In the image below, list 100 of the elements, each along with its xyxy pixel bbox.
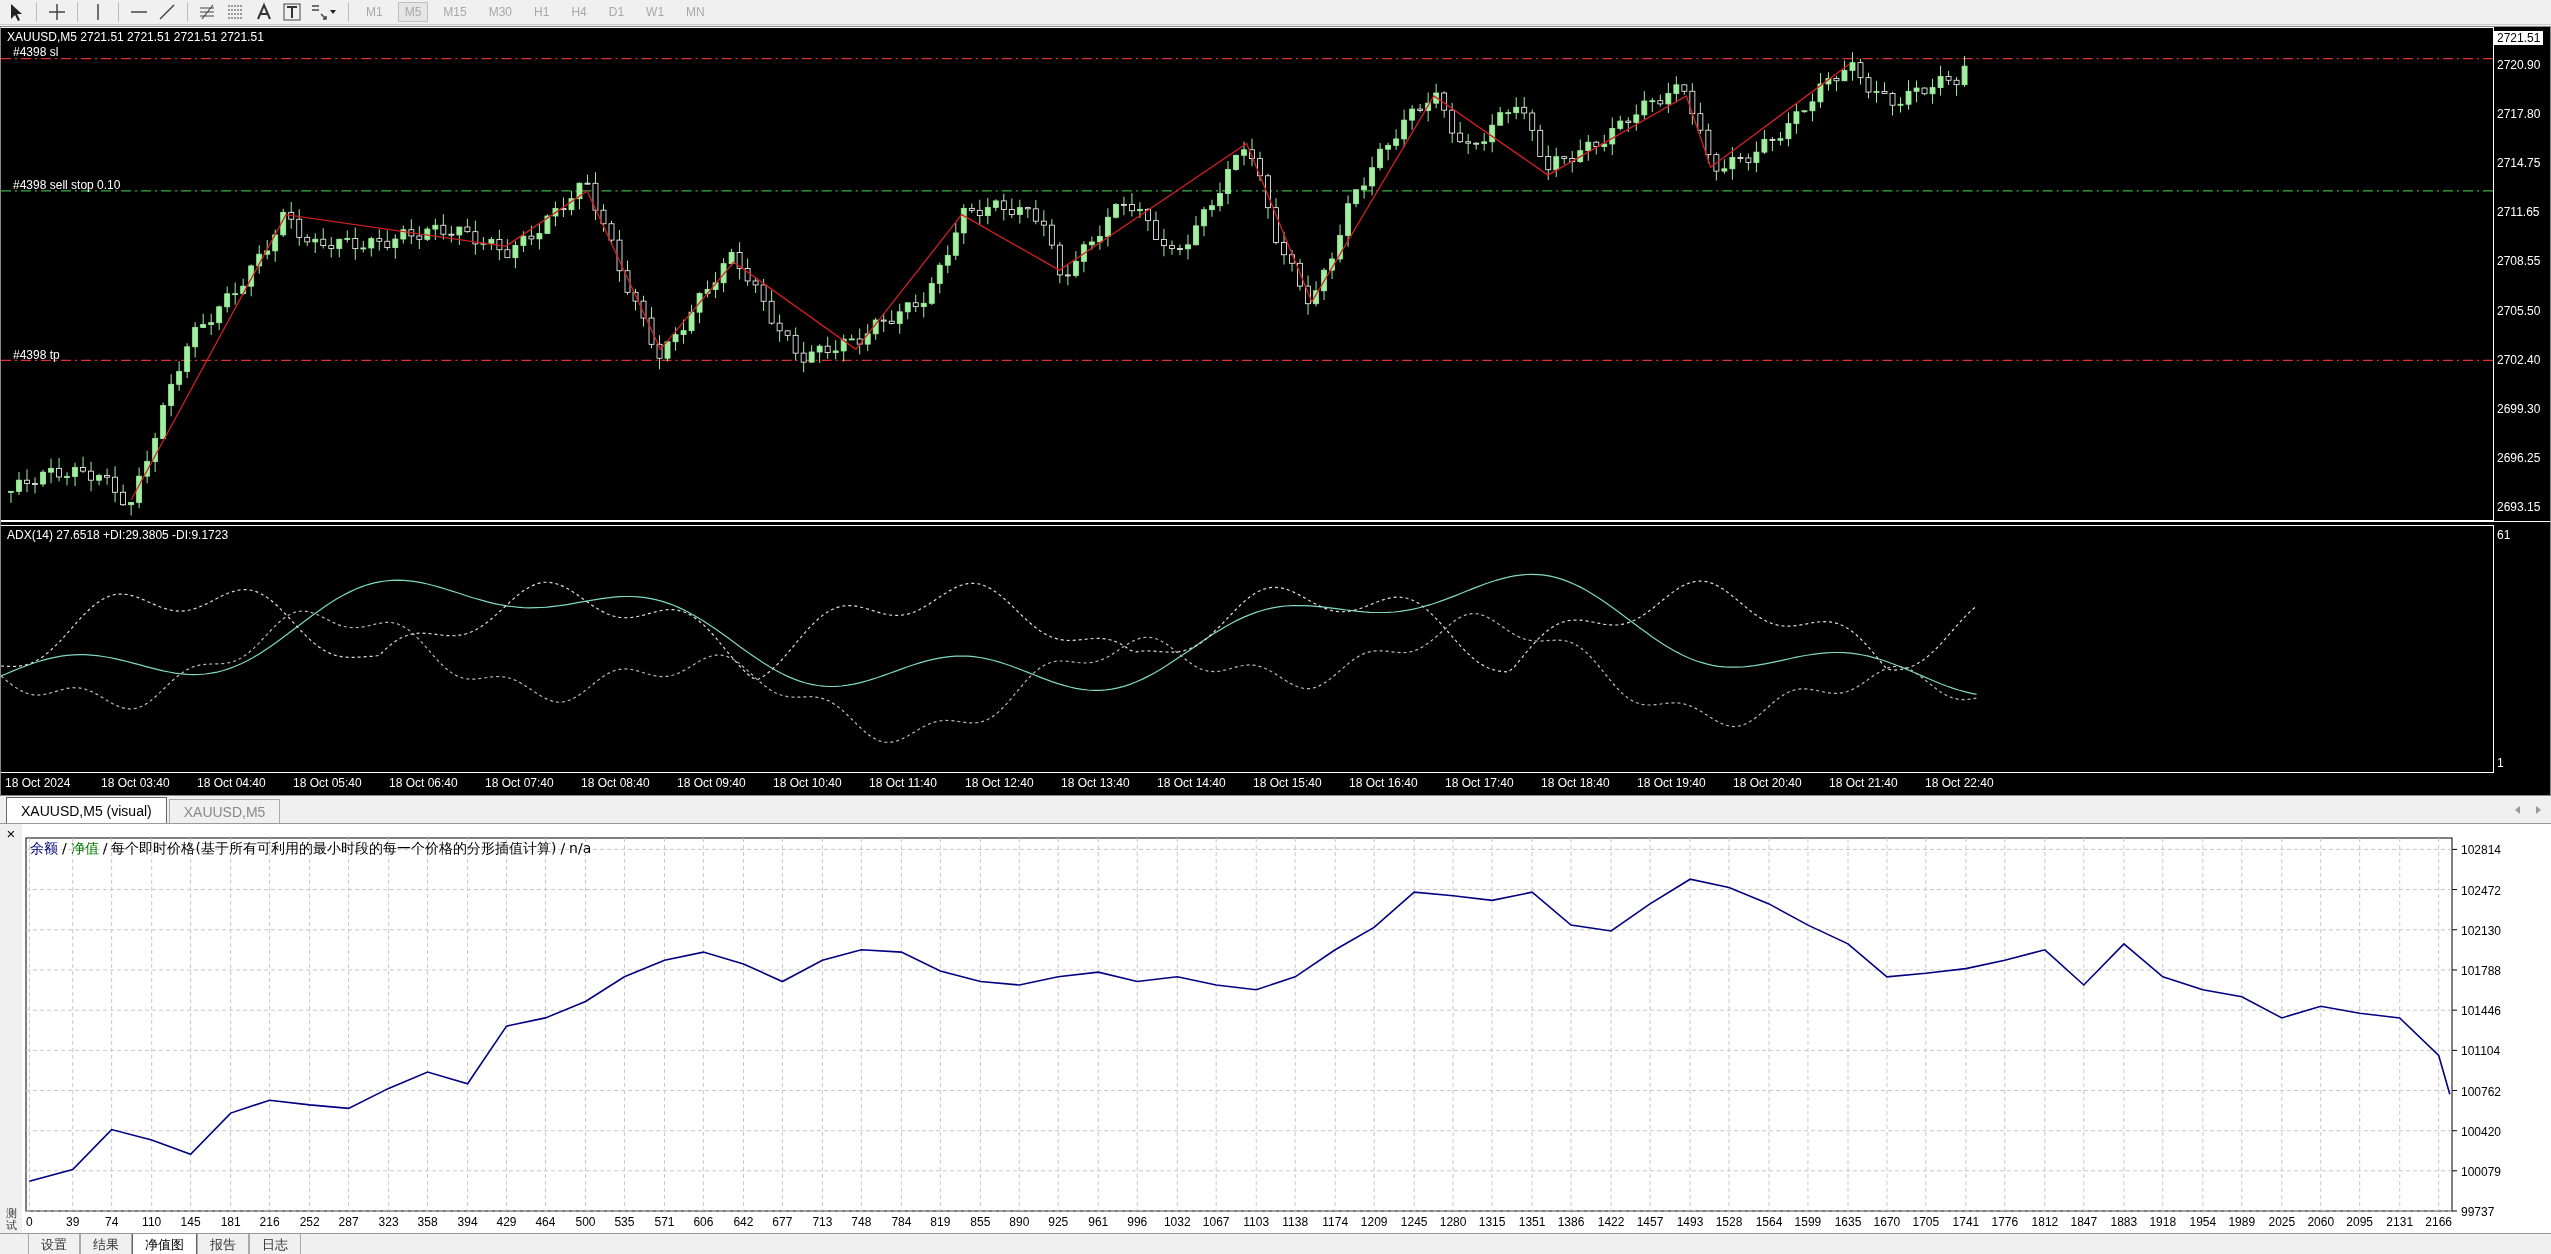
x-axis-label: 0: [26, 1215, 33, 1229]
axis-label: 1: [2496, 755, 2505, 771]
x-axis-label: 1209: [1360, 1215, 1388, 1229]
x-axis-label: 394: [457, 1215, 478, 1229]
x-axis-label: 677: [772, 1215, 793, 1229]
time-label: 18 Oct 20:40: [1733, 776, 1803, 790]
panel-tab[interactable]: 结果: [80, 1234, 132, 1254]
chart-tab[interactable]: XAUUSD,M5 (visual): [6, 797, 167, 823]
x-axis-label: 1528: [1715, 1215, 1743, 1229]
time-label: 18 Oct 12:40: [965, 776, 1035, 790]
chart-title: XAUUSD,M5 2721.51 2721.51 2721.51 2721.51: [7, 30, 264, 44]
legend-text: 净值: [70, 840, 99, 856]
order-label: #4398 sell stop 0.10: [13, 177, 121, 192]
x-axis-label: 748: [851, 1215, 872, 1229]
x-axis-label: 784: [891, 1215, 912, 1229]
legend-text: 余额: [30, 840, 58, 856]
x-axis-label: 855: [970, 1215, 991, 1229]
panel-label: 测试: [5, 1206, 17, 1231]
time-label: 18 Oct 22:40: [1925, 776, 1995, 790]
x-axis-label: 1635: [1834, 1215, 1862, 1229]
x-axis-label: 961: [1088, 1215, 1109, 1229]
x-axis-label: 1989: [2228, 1215, 2256, 1229]
x-axis-label: 110: [142, 1215, 162, 1229]
text-label-icon[interactable]: [282, 2, 302, 22]
panel-tab[interactable]: 净值图: [132, 1234, 197, 1254]
x-axis-label: 571: [654, 1215, 675, 1229]
x-axis-label: 1138: [1282, 1215, 1309, 1229]
x-axis-label: 287: [338, 1215, 359, 1229]
panel-tab[interactable]: 设置: [28, 1234, 80, 1254]
time-label: 18 Oct 05:40: [293, 776, 363, 790]
x-axis-label: 1457: [1636, 1215, 1664, 1229]
x-axis-label: 39: [66, 1215, 80, 1229]
time-label: 18 Oct 15:40: [1253, 776, 1323, 790]
x-axis-label: 323: [378, 1215, 399, 1229]
x-axis-label: 1174: [1322, 1215, 1349, 1229]
axis-label: 2699.30: [2496, 400, 2542, 417]
time-label: 18 Oct 10:40: [773, 776, 843, 790]
x-axis-label: 1032: [1163, 1215, 1191, 1229]
axis-label: 2720.90: [2496, 57, 2542, 73]
trend-line-icon[interactable]: [157, 2, 177, 22]
time-label: 18 Oct 09:40: [677, 776, 747, 790]
x-axis-label: 1812: [2031, 1215, 2059, 1229]
x-axis-label: 1670: [1873, 1215, 1901, 1229]
legend-text: /: [62, 840, 67, 856]
time-label: 18 Oct 04:40: [197, 776, 267, 790]
x-axis-label: 713: [812, 1215, 833, 1229]
y-axis-label: 102130: [2461, 923, 2502, 938]
x-axis-label: 1847: [2070, 1215, 2098, 1229]
x-axis-label: 145: [180, 1215, 201, 1229]
legend-text: /: [560, 840, 566, 856]
axis-label: 2693.15: [2496, 499, 2542, 515]
time-label: 18 Oct 16:40: [1349, 776, 1419, 790]
axis-label: 61: [2496, 527, 2512, 543]
x-axis-label: 252: [299, 1215, 320, 1229]
y-axis-label: 100420: [2461, 1124, 2502, 1139]
y-axis-label: 100079: [2461, 1164, 2502, 1179]
axis-label: 2711.65: [2496, 204, 2541, 221]
axis-label: 2714.75: [2496, 155, 2542, 172]
time-label: 18 Oct 14:40: [1157, 776, 1227, 790]
x-axis-label: 2025: [2268, 1215, 2296, 1229]
x-axis-label: 358: [417, 1215, 438, 1229]
time-label: 18 Oct 17:40: [1445, 776, 1515, 790]
x-axis-label: 890: [1009, 1215, 1030, 1229]
panel-tab[interactable]: 报告: [197, 1234, 249, 1254]
x-axis-label: 1493: [1676, 1215, 1704, 1229]
panel-tab[interactable]: 日志: [249, 1234, 301, 1254]
time-label: 18 Oct 03:40: [101, 776, 171, 790]
x-axis-label: 606: [693, 1215, 714, 1229]
x-axis-label: 1883: [2110, 1215, 2138, 1229]
crosshair-icon[interactable]: [47, 2, 67, 22]
time-label: 18 Oct 08:40: [581, 776, 651, 790]
x-axis-label: 1564: [1755, 1215, 1783, 1229]
y-axis-label: 101788: [2461, 963, 2502, 978]
x-axis-label: 181: [220, 1215, 241, 1229]
x-axis-label: 429: [496, 1215, 517, 1229]
x-axis-label: 216: [259, 1215, 280, 1229]
time-label: 18 Oct 06:40: [389, 776, 459, 790]
x-axis-label: 1386: [1557, 1215, 1585, 1229]
chart-tab[interactable]: XAUUSD,M5: [168, 799, 281, 823]
time-label: 18 Oct 13:40: [1061, 776, 1131, 790]
arrows-icon[interactable]: [310, 2, 338, 22]
x-axis-label: 2095: [2346, 1215, 2374, 1229]
x-axis-label: 642: [733, 1215, 754, 1229]
time-label: 18 Oct 21:40: [1829, 776, 1899, 790]
x-axis-label: 1422: [1597, 1215, 1625, 1229]
x-axis-label: 74: [104, 1215, 119, 1229]
x-axis-label: 1315: [1478, 1215, 1506, 1229]
legend-text: n/a: [569, 840, 592, 856]
x-axis-label: 464: [535, 1215, 556, 1229]
x-axis-label: 819: [930, 1215, 951, 1229]
x-axis-label: 1741: [1952, 1215, 1980, 1229]
axis-label: 2717.80: [2496, 106, 2542, 123]
axis-label: 2708.55: [2496, 253, 2542, 270]
legend-text: /: [102, 840, 108, 856]
x-axis-label: 1103: [1243, 1215, 1270, 1229]
order-label: #4398 tp: [13, 347, 60, 362]
text-icon[interactable]: [254, 2, 274, 22]
x-axis-label: 925: [1048, 1215, 1069, 1229]
close-button[interactable]: ×: [6, 826, 16, 842]
time-label: 18 Oct 18:40: [1541, 776, 1611, 790]
